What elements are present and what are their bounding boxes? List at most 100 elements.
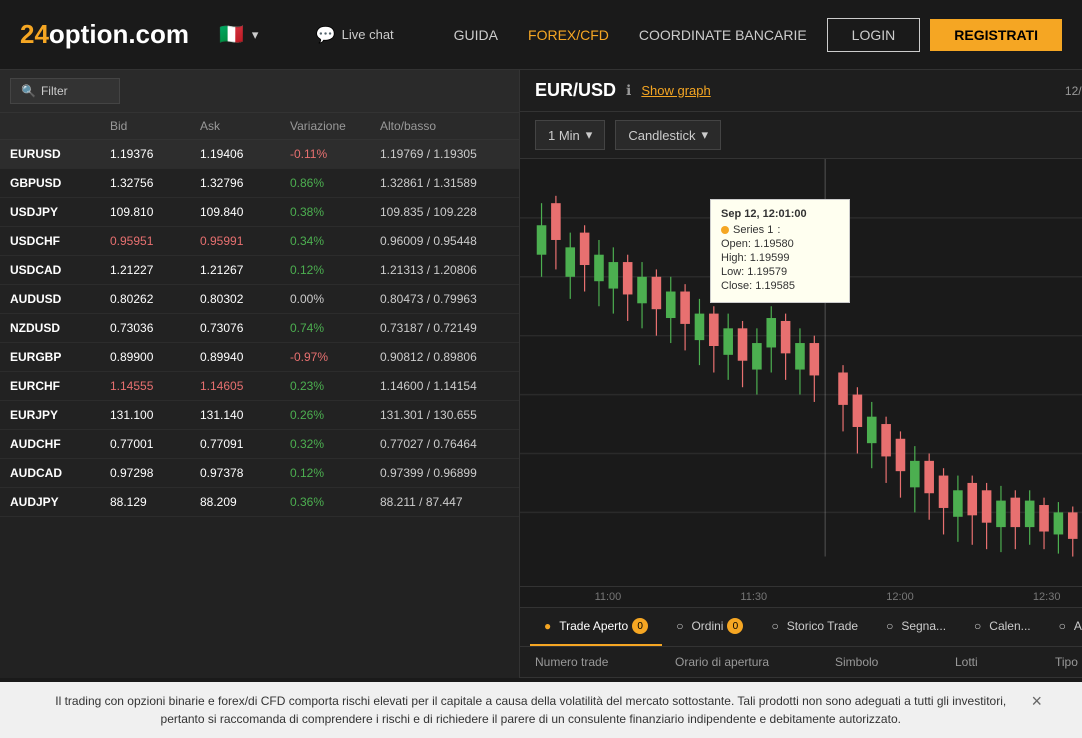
table-row[interactable]: EURJPY 131.100 131.140 0.26% 131.301 / 1… — [0, 401, 519, 430]
logo: 24option.com — [20, 19, 189, 50]
symbol-AUDCAD: AUDCAD — [10, 466, 110, 480]
ask-AUDCAD: 0.97378 — [200, 466, 290, 480]
ask-USDJPY: 109.840 — [200, 205, 290, 219]
time-label-3: 12:00 — [886, 591, 914, 603]
ask-EURJPY: 131.140 — [200, 408, 290, 422]
highlow-AUDCAD: 0.97399 / 0.96899 — [380, 466, 519, 480]
main-content: 🔍 Filter Bid Ask Variazione Alto/basso E… — [0, 70, 1082, 678]
tab-label: Trade Aperto — [559, 619, 628, 633]
nav-guida[interactable]: GUIDA — [454, 27, 498, 43]
search-icon: 🔍 — [21, 84, 36, 98]
tab-label: Segna... — [901, 619, 946, 633]
tab-radio-icon: ○ — [974, 619, 981, 633]
tab-storicotrade[interactable]: ○Storico Trade — [757, 609, 872, 645]
show-graph-button[interactable]: Show graph — [641, 83, 710, 98]
tab-segna[interactable]: ○Segna... — [872, 609, 960, 645]
change-NZDUSD: 0.74% — [290, 321, 380, 335]
time-label-1: 11:00 — [595, 591, 622, 603]
table-row[interactable]: EURGBP 0.89900 0.89940 -0.97% 0.90812 / … — [0, 343, 519, 372]
info-icon[interactable]: ℹ — [626, 82, 631, 99]
filter-placeholder: Filter — [41, 84, 68, 98]
pos-col-3: Simbolo — [835, 655, 955, 669]
flag-icon: 🇮🇹 — [219, 22, 244, 47]
highlow-USDJPY: 109.835 / 109.228 — [380, 205, 519, 219]
table-row[interactable]: GBPUSD 1.32756 1.32796 0.86% 1.32861 / 1… — [0, 169, 519, 198]
table-row[interactable]: AUDJPY 88.129 88.209 0.36% 88.211 / 87.4… — [0, 488, 519, 517]
timeframe-select[interactable]: 1 Min ▾ — [535, 120, 605, 150]
bid-AUDUSD: 0.80262 — [110, 292, 200, 306]
tabs-bar: ● Trade Aperto 0 ○ Ordini 0 ○Storico Trade○Seg… — [520, 607, 1082, 647]
disclaimer-close-button[interactable]: × — [1031, 692, 1042, 710]
highlow-EURGBP: 0.90812 / 0.89806 — [380, 350, 519, 364]
table-row[interactable]: NZDUSD 0.73036 0.73076 0.74% 0.73187 / 0… — [0, 314, 519, 343]
symbol-NZDUSD: NZDUSD — [10, 321, 110, 335]
bid-AUDCHF: 0.77001 — [110, 437, 200, 451]
pos-col-4: Lotti — [955, 655, 1055, 669]
nav-forex-cfd[interactable]: FOREX/CFD — [528, 27, 609, 43]
chart-type-select[interactable]: Candlestick ▾ — [615, 120, 721, 150]
disclaimer-text: Il trading con opzioni binarie e forex/d… — [40, 692, 1021, 728]
chart-tooltip: Sep 12, 12:01:00 Series 1: Open: 1.19580… — [710, 199, 850, 303]
bid-AUDCAD: 0.97298 — [110, 466, 200, 480]
table-row[interactable]: AUDCAD 0.97298 0.97378 0.12% 0.97399 / 0… — [0, 459, 519, 488]
tab-tradeaperto[interactable]: ● Trade Aperto 0 — [530, 608, 662, 646]
highlow-EURUSD: 1.19769 / 1.19305 — [380, 147, 519, 161]
login-button[interactable]: LOGIN — [827, 18, 921, 52]
tab-radio-active-icon: ● — [544, 619, 551, 633]
tooltip-close: Close: 1.19585 — [721, 280, 839, 292]
symbol-GBPUSD: GBPUSD — [10, 176, 110, 190]
pos-col-5: Tipo — [1055, 655, 1082, 669]
table-row[interactable]: EURUSD 1.19376 1.19406 -0.11% 1.19769 / … — [0, 140, 519, 169]
timeframe-chevron: ▾ — [586, 127, 593, 143]
chart-controls: 1 Min ▾ Candlestick ▾ — [520, 112, 1082, 159]
bid-USDCHF: 0.95951 — [110, 234, 200, 248]
col-high-low: Alto/basso — [380, 119, 520, 133]
ask-AUDCHF: 0.77091 — [200, 437, 290, 451]
ask-USDCAD: 1.21267 — [200, 263, 290, 277]
tab-calen[interactable]: ○Calen... — [960, 609, 1045, 645]
pos-col-2: Orario di apertura — [675, 655, 835, 669]
filter-input[interactable]: 🔍 Filter — [10, 78, 120, 104]
tab-label: Ordini — [691, 619, 723, 633]
table-row[interactable]: AUDUSD 0.80262 0.80302 0.00% 0.80473 / 0… — [0, 285, 519, 314]
live-chat-button[interactable]: 💬 Live chat — [316, 25, 394, 45]
change-USDCAD: 0.12% — [290, 263, 380, 277]
bid-USDJPY: 109.810 — [110, 205, 200, 219]
nav-coordinate[interactable]: COORDINATE BANCARIE — [639, 27, 807, 43]
tab-ordini[interactable]: ○Ordini0 — [662, 608, 757, 646]
time-axis: 11:00 11:30 12:00 12:30 — [520, 586, 1082, 607]
ask-EURUSD: 1.19406 — [200, 147, 290, 161]
tab-badge: 0 — [727, 618, 743, 634]
ask-NZDUSD: 0.73076 — [200, 321, 290, 335]
bid-GBPUSD: 1.32756 — [110, 176, 200, 190]
chart-datetime: 12/09/2017 12:57:22 — [1065, 84, 1082, 98]
bid-EURCHF: 1.14555 — [110, 379, 200, 393]
highlow-AUDJPY: 88.211 / 87.447 — [380, 495, 519, 509]
flag-selector[interactable]: 🇮🇹 ▾ — [219, 22, 258, 47]
header: 24option.com 🇮🇹 ▾ 💬 Live chat GUIDA FORE… — [0, 0, 1082, 70]
register-button[interactable]: REGISTRATI — [930, 19, 1062, 51]
tooltip-date: Sep 12, 12:01:00 — [721, 208, 839, 220]
change-EURUSD: -0.11% — [290, 147, 380, 161]
table-row[interactable]: AUDCHF 0.77001 0.77091 0.32% 0.77027 / 0… — [0, 430, 519, 459]
bid-AUDJPY: 88.129 — [110, 495, 200, 509]
highlow-GBPUSD: 1.32861 / 1.31589 — [380, 176, 519, 190]
change-EURGBP: -0.97% — [290, 350, 380, 364]
change-AUDJPY: 0.36% — [290, 495, 380, 509]
table-row[interactable]: USDCHF 0.95951 0.95991 0.34% 0.96009 / 0… — [0, 227, 519, 256]
tab-label: Storico Trade — [787, 619, 858, 633]
tab-badge: 0 — [632, 618, 648, 634]
live-chat-label: Live chat — [342, 27, 394, 42]
change-USDCHF: 0.34% — [290, 234, 380, 248]
bid-EURUSD: 1.19376 — [110, 147, 200, 161]
tooltip-high: High: 1.19599 — [721, 252, 839, 264]
col-symbol — [10, 119, 110, 133]
time-label-2: 11:30 — [740, 591, 767, 603]
symbol-EURJPY: EURJPY — [10, 408, 110, 422]
table-row[interactable]: EURCHF 1.14555 1.14605 0.23% 1.14600 / 1… — [0, 372, 519, 401]
tooltip-low: Low: 1.19579 — [721, 266, 839, 278]
table-row[interactable]: USDJPY 109.810 109.840 0.38% 109.835 / 1… — [0, 198, 519, 227]
tab-aggio[interactable]: ○Aggio... — [1045, 609, 1082, 645]
pair-name: EUR/USD — [535, 80, 616, 101]
table-row[interactable]: USDCAD 1.21227 1.21267 0.12% 1.21313 / 1… — [0, 256, 519, 285]
